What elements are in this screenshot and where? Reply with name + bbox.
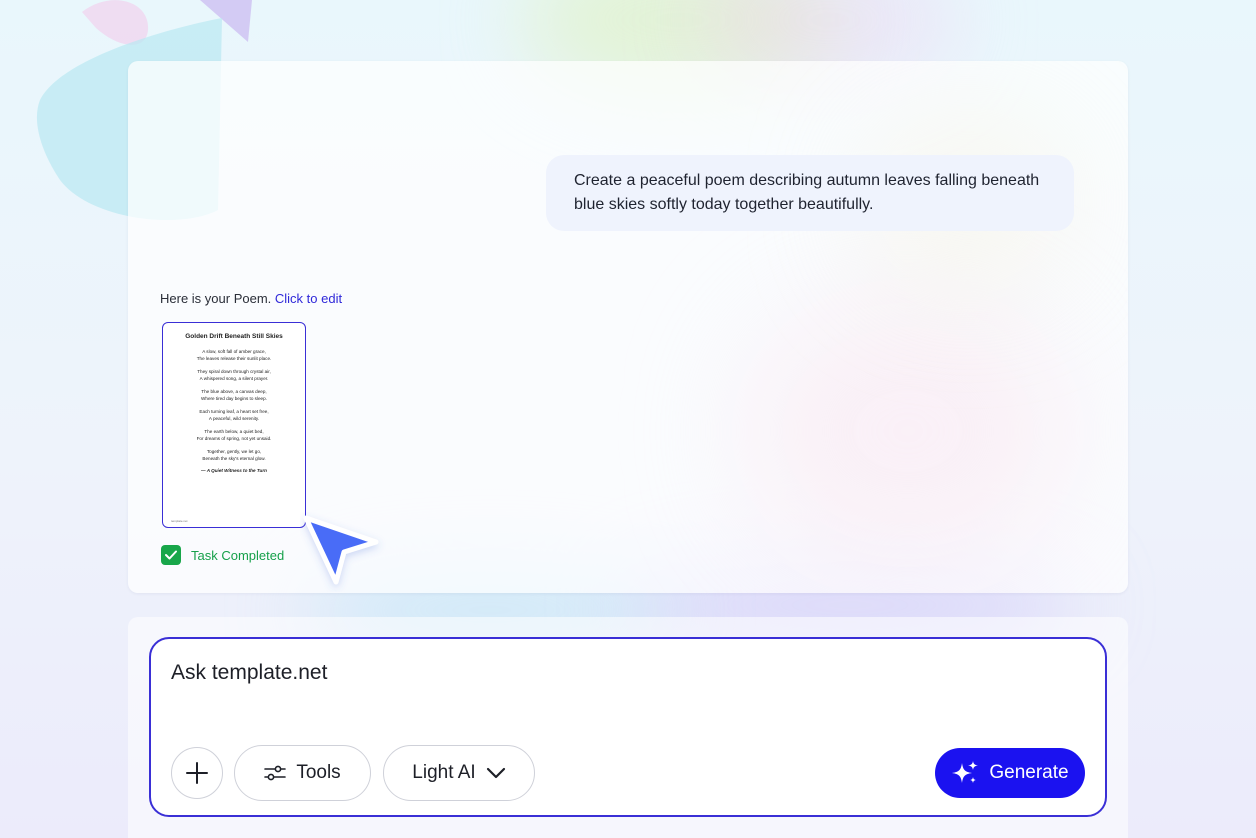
prompt-input[interactable] <box>171 661 1071 685</box>
tools-label: Tools <box>296 762 341 783</box>
plus-icon <box>186 762 208 784</box>
click-to-edit-link[interactable]: Click to edit <box>275 291 342 306</box>
document-stanza: The earth below, a quiet bed, For dreams … <box>196 429 272 441</box>
tools-button[interactable]: Tools <box>234 745 371 801</box>
add-attachment-button[interactable] <box>171 747 223 799</box>
user-message-text: Create a peaceful poem describing autumn… <box>574 172 1040 213</box>
task-status: Task Completed <box>161 545 284 565</box>
chevron-down-icon <box>486 767 505 779</box>
generate-button[interactable]: Generate <box>935 748 1085 798</box>
document-stanza: They spiral down through crystal air, A w… <box>197 369 271 381</box>
document-stanza: A slow, soft fall of amber grace, The lea… <box>196 349 272 361</box>
document-stanza: Each turning leaf, a heart set free, A pe… <box>199 409 269 421</box>
generate-label: Generate <box>989 762 1069 783</box>
document-signature: — A Quiet Witness to the Turn <box>201 468 267 473</box>
check-icon <box>161 545 181 565</box>
document-title: Golden Drift Beneath Still Skies <box>185 333 283 340</box>
chat-panel: Create a peaceful poem describing autumn… <box>128 61 1128 593</box>
poem-document-thumbnail[interactable]: Golden Drift Beneath Still Skies A slow,… <box>162 322 306 528</box>
user-message-bubble: Create a peaceful poem describing autumn… <box>546 155 1074 231</box>
task-status-label: Task Completed <box>191 547 285 563</box>
model-label: Light AI <box>412 762 476 783</box>
prompt-composer: Tools Light AI Generate <box>149 637 1107 817</box>
document-stanza: Together, gently, we let go, Beneath the … <box>202 449 266 461</box>
assistant-reply: Here is your Poem. Click to edit <box>160 291 342 306</box>
sparkle-icon <box>952 761 979 783</box>
document-stanza: The blue above, a canvas deep, Where tire… <box>201 389 267 401</box>
pointer-cursor-icon <box>303 515 379 585</box>
model-selector[interactable]: Light AI <box>383 745 535 801</box>
reply-prefix: Here is your Poem. <box>160 291 272 306</box>
document-footer: template.net <box>171 519 188 523</box>
sliders-icon <box>264 765 287 781</box>
